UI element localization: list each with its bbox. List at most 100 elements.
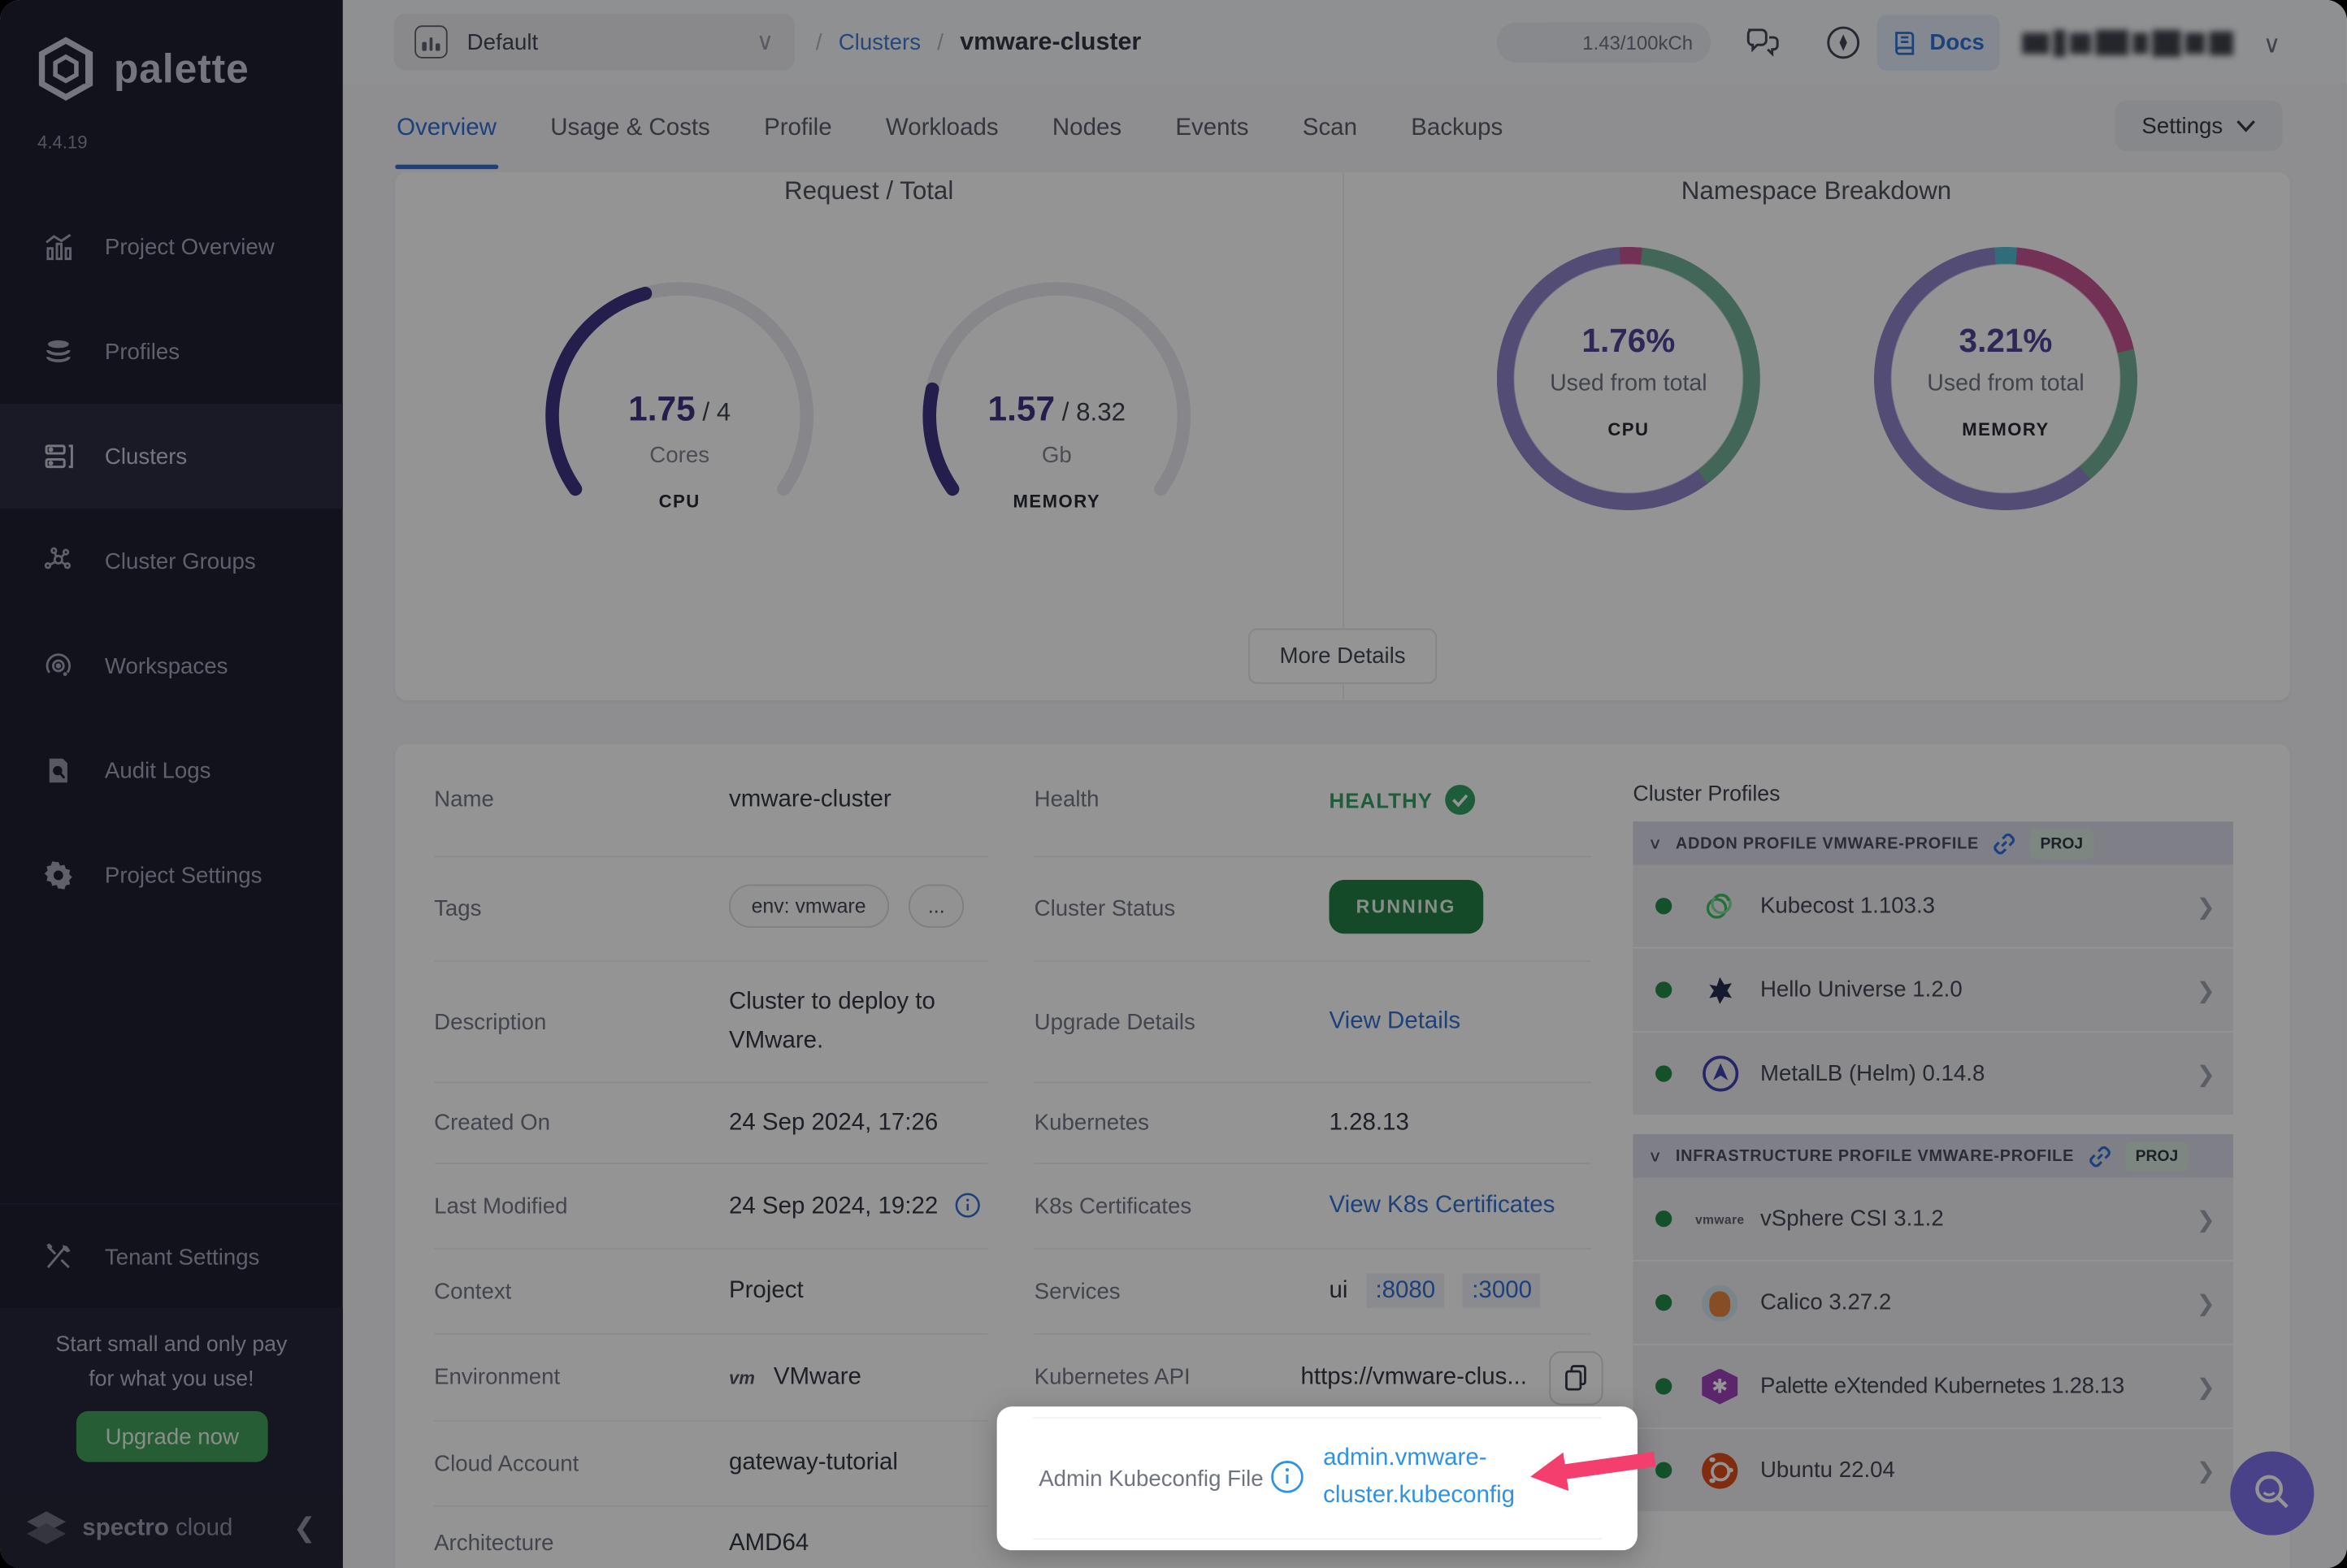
tab-usage-costs[interactable]: Usage & Costs bbox=[549, 88, 711, 168]
view-k8s-certificates-link[interactable]: View K8s Certificates bbox=[1330, 1193, 1555, 1219]
tab-overview[interactable]: Overview bbox=[395, 88, 498, 168]
profile-layer-hello-universe[interactable]: Hello Universe 1.2.0 ❯ bbox=[1633, 949, 2233, 1033]
status-badge: RUNNING bbox=[1330, 880, 1483, 933]
project-selector[interactable]: Default ∨ bbox=[393, 14, 795, 71]
compass-icon[interactable] bbox=[1824, 24, 1862, 68]
architecture-value: AMD64 bbox=[729, 1530, 809, 1557]
breadcrumb-clusters-link[interactable]: Clusters bbox=[839, 29, 921, 54]
breadcrumb-separator: / bbox=[937, 29, 944, 54]
gauge-value: 1.75 / 4 bbox=[530, 389, 829, 430]
namespace-memory-donut: 3.21% Used from total MEMORY bbox=[1874, 247, 2137, 510]
sidebar-item-profiles[interactable]: Profiles bbox=[0, 299, 343, 404]
tab-scan[interactable]: Scan bbox=[1301, 88, 1359, 168]
pxk-icon: ✱ bbox=[1700, 1367, 1739, 1406]
sidebar-item-label: Clusters bbox=[105, 444, 187, 469]
sidebar-item-tenant-settings[interactable]: Tenant Settings bbox=[0, 1205, 343, 1310]
copy-icon bbox=[1564, 1365, 1588, 1392]
vmware-logo: vm bbox=[729, 1367, 755, 1388]
detail-row-health: Health HEALTHY bbox=[1035, 743, 1591, 857]
settings-button[interactable]: Settings bbox=[2115, 100, 2282, 151]
tab-workloads[interactable]: Workloads bbox=[884, 88, 1000, 168]
description-value: Cluster to deploy toVMware. bbox=[729, 983, 935, 1061]
search-fab-button[interactable] bbox=[2230, 1452, 2314, 1536]
upgrade-now-button[interactable]: Upgrade now bbox=[76, 1411, 268, 1462]
kubernetes-api-value: https://vmware-clus... bbox=[1301, 1364, 1527, 1391]
detail-row-cloud-account: Cloud Account gateway-tutorial bbox=[434, 1422, 987, 1507]
donut-caption: Used from total bbox=[1497, 371, 1760, 398]
orbit-icon bbox=[42, 649, 76, 682]
service-port-link[interactable]: :8080 bbox=[1366, 1273, 1444, 1307]
user-menu-chevron-icon[interactable]: ∨ bbox=[2263, 30, 2281, 60]
sidebar-item-label: Workspaces bbox=[105, 653, 228, 678]
breadcrumb-separator: / bbox=[816, 29, 822, 54]
addon-profile-header[interactable]: ∨ ADDON PROFILE VMWARE-PROFILE PROJ bbox=[1633, 821, 2233, 864]
book-icon bbox=[1892, 29, 1919, 56]
tab-backups[interactable]: Backups bbox=[1409, 88, 1504, 168]
sidebar-item-label: Audit Logs bbox=[105, 758, 211, 783]
chevron-right-icon: ❯ bbox=[2197, 1373, 2215, 1400]
detail-row-architecture: Architecture AMD64 bbox=[434, 1507, 987, 1568]
check-circle-icon bbox=[1445, 784, 1477, 816]
details-left-column: Name vmware-cluster Tags env: vmware ...… bbox=[434, 743, 987, 1568]
top-bar: Default ∨ / Clusters / vmware-cluster 1.… bbox=[343, 0, 2347, 84]
more-details-button[interactable]: More Details bbox=[1248, 629, 1437, 684]
profile-layer-calico[interactable]: Calico 3.27.2 ❯ bbox=[1633, 1262, 2233, 1345]
admin-kubeconfig-label: Admin Kubeconfig File bbox=[1039, 1466, 1263, 1492]
profile-layer-vsphere-csi[interactable]: vmware vSphere CSI 3.1.2 ❯ bbox=[1633, 1177, 2233, 1261]
chevron-down-icon bbox=[2236, 119, 2256, 132]
sidebar-item-project-settings[interactable]: Project Settings bbox=[0, 823, 343, 928]
detail-row-environment: Environment vm VMware bbox=[434, 1335, 987, 1422]
sidebar-item-cluster-groups[interactable]: Cluster Groups bbox=[0, 509, 343, 613]
ubuntu-icon bbox=[1700, 1451, 1739, 1490]
status-dot bbox=[1655, 1462, 1672, 1478]
tab-events[interactable]: Events bbox=[1174, 88, 1251, 168]
docs-button[interactable]: Docs bbox=[1877, 15, 2000, 70]
info-icon[interactable] bbox=[1271, 1461, 1304, 1501]
tag-chip: env: vmware bbox=[729, 885, 888, 928]
tab-nodes[interactable]: Nodes bbox=[1051, 88, 1123, 168]
gauge-unit: Gb bbox=[907, 443, 1206, 468]
sidebar-item-workspaces[interactable]: Workspaces bbox=[0, 613, 343, 718]
sidebar-nav: Project Overview Profiles Clusters bbox=[0, 194, 343, 927]
sidebar-item-label: Project Settings bbox=[105, 863, 262, 888]
donut-caption: Used from total bbox=[1874, 371, 2137, 398]
chevron-down-icon: ∨ bbox=[1648, 1146, 1663, 1166]
usage-quota-pill: 1.43/100kCh bbox=[1497, 23, 1711, 63]
chat-icon[interactable] bbox=[1744, 24, 1783, 70]
hello-universe-icon bbox=[1700, 970, 1739, 1009]
info-icon[interactable] bbox=[955, 1192, 980, 1217]
link-icon bbox=[2088, 1144, 2111, 1167]
sidebar-item-audit-logs[interactable]: Audit Logs bbox=[0, 718, 343, 823]
status-dot bbox=[1655, 1065, 1672, 1081]
sidebar-item-clusters[interactable]: Clusters bbox=[0, 404, 343, 509]
tab-profile[interactable]: Profile bbox=[762, 88, 833, 168]
brand-name: palette bbox=[114, 45, 249, 92]
last-modified-value: 24 Sep 2024, 19:22 bbox=[729, 1192, 981, 1220]
sidebar-collapse-icon[interactable]: ❮ bbox=[293, 1513, 316, 1544]
sidebar-item-label: Project Overview bbox=[105, 234, 275, 259]
profile-layer-palette-extended-kubernetes[interactable]: ✱ Palette eXtended Kubernetes 1.28.13 ❯ bbox=[1633, 1345, 2233, 1429]
tags-more-chip[interactable]: ... bbox=[909, 885, 965, 928]
infrastructure-profile-header[interactable]: ∨ INFRASTRUCTURE PROFILE VMWARE-PROFILE … bbox=[1633, 1134, 2233, 1177]
project-scope-badge: PROJ bbox=[2125, 1141, 2189, 1171]
view-details-link[interactable]: View Details bbox=[1330, 1008, 1461, 1035]
user-account-name-blurred[interactable] bbox=[2022, 25, 2246, 59]
detail-row-upgrade-details: Upgrade Details View Details bbox=[1035, 962, 1591, 1083]
bar-chart-icon bbox=[42, 231, 76, 264]
profile-layer-metallb[interactable]: MetalLB (Helm) 0.14.8 ❯ bbox=[1633, 1033, 2233, 1116]
chevron-right-icon: ❯ bbox=[2197, 893, 2215, 920]
cluster-tabs: Overview Usage & Costs Profile Workloads… bbox=[395, 84, 1504, 172]
network-nodes-icon bbox=[42, 544, 76, 578]
overview-charts-card: Request / Total Namespace Breakdown 1.75… bbox=[395, 172, 2290, 700]
detail-row-kubernetes: Kubernetes 1.28.13 bbox=[1035, 1083, 1591, 1163]
status-dot bbox=[1655, 981, 1672, 998]
chevron-down-icon: ∨ bbox=[1648, 834, 1663, 853]
health-status: HEALTHY bbox=[1330, 784, 1477, 816]
status-dot bbox=[1655, 1378, 1672, 1394]
profile-layer-kubecost[interactable]: Kubecost 1.103.3 ❯ bbox=[1633, 865, 2233, 949]
admin-kubeconfig-download-link[interactable]: admin.vmware- cluster.kubeconfig bbox=[1323, 1440, 1515, 1514]
sidebar-item-project-overview[interactable]: Project Overview bbox=[0, 194, 343, 299]
copy-button[interactable] bbox=[1549, 1351, 1603, 1405]
profile-layer-ubuntu[interactable]: Ubuntu 22.04 ❯ bbox=[1633, 1429, 2233, 1513]
service-port-link[interactable]: :3000 bbox=[1463, 1273, 1541, 1307]
